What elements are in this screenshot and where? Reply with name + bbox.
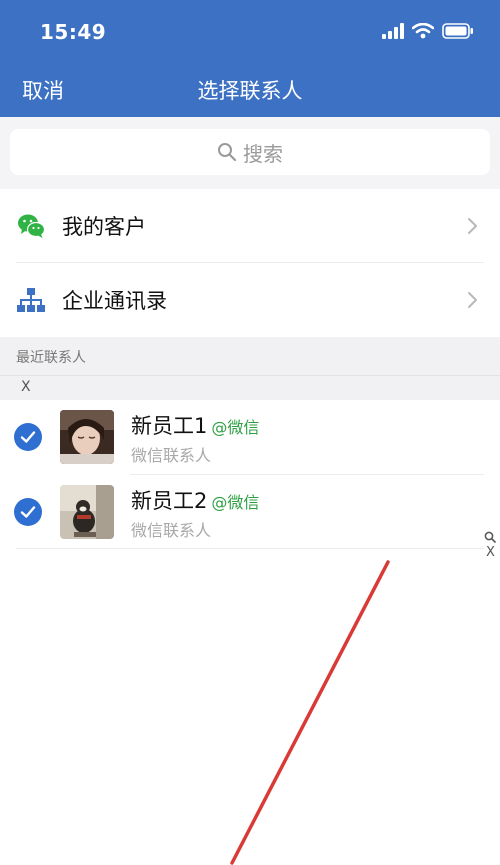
annotation-arrow <box>230 560 390 865</box>
